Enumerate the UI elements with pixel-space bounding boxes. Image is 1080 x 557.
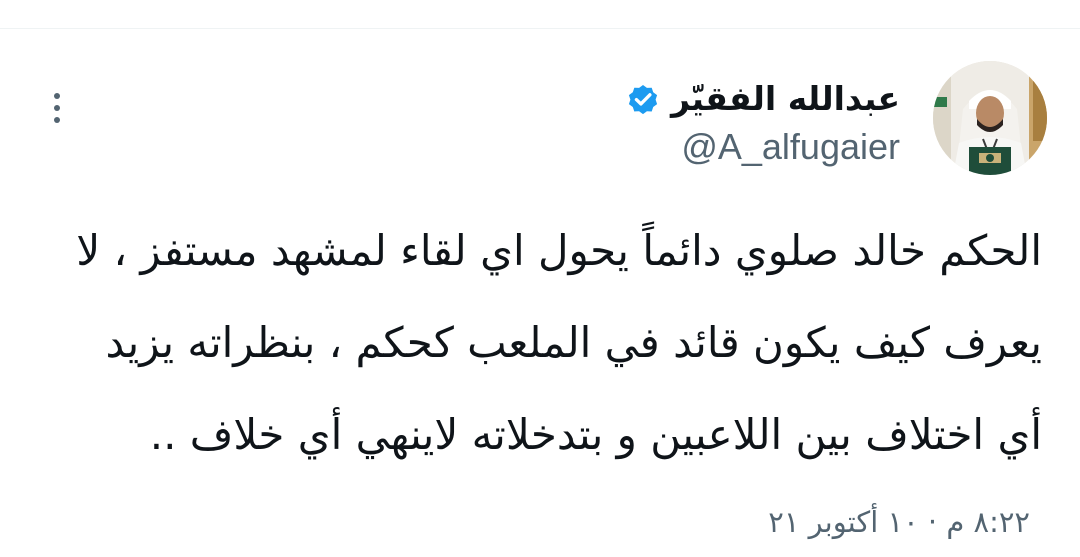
more-vertical-icon bbox=[54, 105, 60, 111]
more-vertical-icon bbox=[54, 117, 60, 123]
author-display-name[interactable]: عبدالله الفقيّر bbox=[671, 74, 900, 124]
author-avatar[interactable] bbox=[933, 61, 1047, 175]
more-vertical-icon bbox=[54, 93, 60, 99]
tweet-timestamp[interactable]: ٨:٢٢ م · ١٠ أكتوبر ٢١ bbox=[768, 500, 1030, 544]
profile-photo bbox=[933, 61, 1047, 175]
author-name-row: عبدالله الفقيّر bbox=[625, 74, 900, 124]
tweet-text-line: الحكم خالد صلوي دائماً يحول اي لقاء لمشه… bbox=[76, 226, 1042, 275]
verified-badge-icon bbox=[625, 81, 661, 117]
tweet-text: الحكم خالد صلوي دائماً يحول اي لقاء لمشه… bbox=[32, 205, 1042, 481]
tweet-card: عبدالله الفقيّر @A_alfugaier الحكم خالد … bbox=[0, 0, 1080, 557]
tweet-text-line: يعرف كيف يكون قائد في الملعب كحكم ، بنظر… bbox=[105, 318, 1042, 367]
tweet-text-line: أي اختلاف بين اللاعبين و بتدخلاته لاينهي… bbox=[149, 410, 1042, 459]
author-handle[interactable]: @A_alfugaier bbox=[681, 124, 900, 170]
more-options-button[interactable] bbox=[40, 86, 74, 130]
